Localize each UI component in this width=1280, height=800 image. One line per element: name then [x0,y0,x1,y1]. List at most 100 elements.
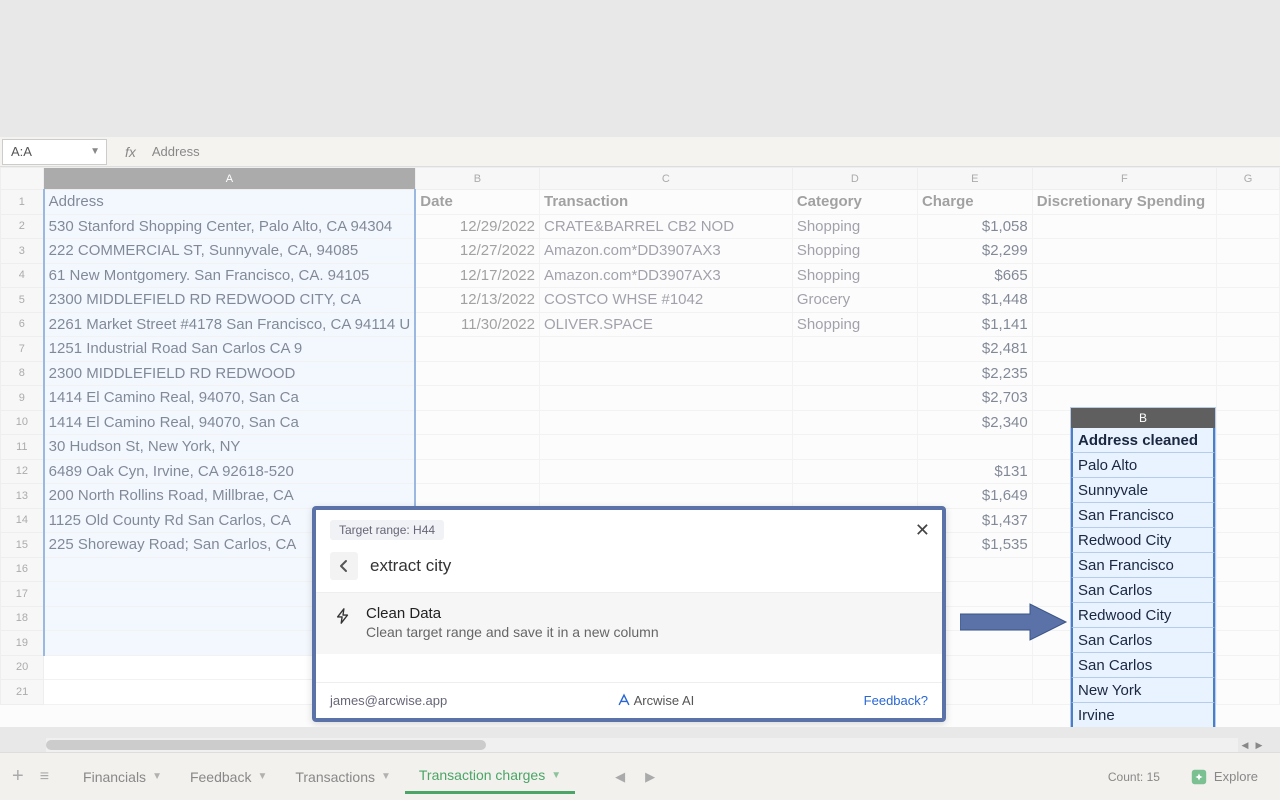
explore-button[interactable]: Explore [1180,762,1268,792]
namebox[interactable]: A:A ▼ [2,139,107,165]
cell[interactable] [1217,386,1280,411]
row-header[interactable]: 21 [1,680,44,705]
cell[interactable] [415,484,539,509]
row-header[interactable]: 11 [1,435,44,460]
cleaned-cell[interactable]: San Francisco [1071,503,1215,528]
sheet-tab[interactable]: Feedback ▼ [176,759,281,794]
cell[interactable] [792,361,917,386]
cell[interactable]: 12/17/2022 [415,263,539,288]
cell[interactable]: Amazon.com*DD3907AX3 [539,263,792,288]
cell[interactable] [1032,361,1216,386]
cell[interactable] [539,386,792,411]
cleaned-cell[interactable]: New York [1071,678,1215,703]
clean-data-option[interactable]: Clean Data Clean target range and save i… [316,593,942,654]
row-header[interactable]: 14 [1,508,44,533]
cell[interactable]: 222 COMMERCIAL ST, Sunnyvale, CA, 94085 [44,239,416,264]
cell[interactable] [1217,312,1280,337]
cleaned-cell[interactable]: San Carlos [1071,578,1215,603]
cell[interactable] [1217,190,1280,215]
cell[interactable] [792,435,917,460]
row-header[interactable]: 20 [1,655,44,680]
row-header[interactable]: 17 [1,582,44,607]
close-icon[interactable]: ✕ [915,520,930,541]
horizontal-scrollbar[interactable]: ◀ ▶ [46,738,1266,752]
feedback-link[interactable]: Feedback? [864,693,928,708]
row-header[interactable]: 6 [1,312,44,337]
cell[interactable]: Address [44,190,416,215]
cell[interactable] [415,337,539,362]
cell[interactable]: OLIVER.SPACE [539,312,792,337]
cell[interactable] [415,435,539,460]
cell[interactable] [415,459,539,484]
cell[interactable]: $1,141 [917,312,1032,337]
row-header[interactable]: 2 [1,214,44,239]
add-sheet-button[interactable]: + [12,765,24,788]
cell[interactable]: $2,340 [917,410,1032,435]
column-header-A[interactable]: A [44,168,416,190]
cell[interactable]: Shopping [792,263,917,288]
cell[interactable] [1217,508,1280,533]
cell[interactable]: 1414 El Camino Real, 94070, San Ca [44,410,416,435]
cell[interactable]: $2,299 [917,239,1032,264]
column-header-F[interactable]: F [1032,168,1216,190]
cell[interactable] [1217,484,1280,509]
cell[interactable] [539,459,792,484]
cleaned-cell[interactable]: San Carlos [1071,653,1215,678]
cell[interactable] [1217,263,1280,288]
cell[interactable]: 530 Stanford Shopping Center, Palo Alto,… [44,214,416,239]
cell[interactable] [415,386,539,411]
cell[interactable] [1217,410,1280,435]
cell[interactable]: 1414 El Camino Real, 94070, San Ca [44,386,416,411]
cell[interactable] [1217,361,1280,386]
back-button[interactable] [330,552,358,580]
column-header-E[interactable]: E [917,168,1032,190]
sheet-tab[interactable]: Transaction charges ▼ [405,759,575,794]
cell[interactable] [1217,606,1280,631]
row-header[interactable]: 12 [1,459,44,484]
cell[interactable]: Shopping [792,312,917,337]
cell[interactable] [415,410,539,435]
cell[interactable]: 30 Hudson St, New York, NY [44,435,416,460]
column-header-B[interactable]: B [415,168,539,190]
cell[interactable]: $131 [917,459,1032,484]
tab-prev-icon[interactable]: ◀ [615,769,625,785]
cell[interactable]: $1,448 [917,288,1032,313]
cell[interactable]: 6489 Oak Cyn, Irvine, CA 92618-520 [44,459,416,484]
column-header-G[interactable]: G [1217,168,1280,190]
row-header[interactable]: 9 [1,386,44,411]
cell[interactable]: $2,481 [917,337,1032,362]
cell[interactable] [1032,214,1216,239]
cell[interactable]: 11/30/2022 [415,312,539,337]
cell[interactable]: $2,235 [917,361,1032,386]
cell[interactable]: CRATE&BARREL CB2 NOD [539,214,792,239]
cell[interactable] [1217,239,1280,264]
row-header[interactable]: 7 [1,337,44,362]
cell[interactable]: 12/29/2022 [415,214,539,239]
scroll-right-icon[interactable]: ▶ [1252,738,1266,752]
cell[interactable] [415,361,539,386]
cell[interactable] [1032,239,1216,264]
cleaned-cell[interactable]: Sunnyvale [1071,478,1215,503]
cell[interactable]: 1251 Industrial Road San Carlos CA 9 [44,337,416,362]
row-header[interactable]: 15 [1,533,44,558]
cell[interactable] [1217,557,1280,582]
cell[interactable] [1217,655,1280,680]
formula-bar[interactable]: Address [148,144,1280,159]
cell[interactable] [792,410,917,435]
column-header-C[interactable]: C [539,168,792,190]
cell[interactable]: 2261 Market Street #4178 San Francisco, … [44,312,416,337]
cell[interactable] [1217,582,1280,607]
cell[interactable] [1032,312,1216,337]
cell[interactable] [792,484,917,509]
spreadsheet[interactable]: ABCDEFG1AddressDateTransactionCategoryCh… [0,167,1280,727]
cleaned-cell[interactable]: Redwood City [1071,528,1215,553]
cell[interactable] [539,337,792,362]
cell[interactable]: Shopping [792,214,917,239]
cell[interactable]: $2,703 [917,386,1032,411]
sheet-tab[interactable]: Transactions ▼ [281,759,405,794]
cell[interactable] [917,435,1032,460]
tab-next-icon[interactable]: ▶ [645,769,655,785]
row-header[interactable]: 13 [1,484,44,509]
cell[interactable] [1217,214,1280,239]
cell[interactable]: Shopping [792,239,917,264]
